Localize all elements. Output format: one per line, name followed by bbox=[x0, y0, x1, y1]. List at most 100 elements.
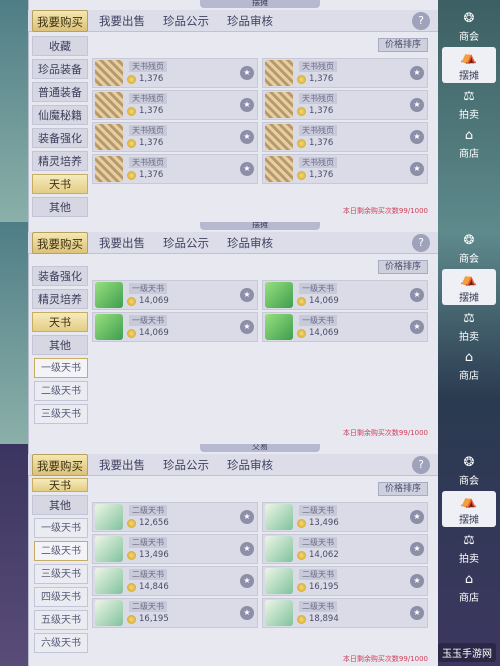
sidebar-item-level1[interactable]: 一级天书 bbox=[34, 358, 88, 378]
list-item[interactable]: 二级天书 13,496 ★ bbox=[262, 502, 428, 532]
sidebar-item-level3[interactable]: 三级天书 bbox=[34, 404, 88, 424]
star-icon[interactable]: ★ bbox=[240, 606, 254, 620]
tab-buy[interactable]: 我要购买 bbox=[32, 454, 88, 476]
sidebar-item-favorites[interactable]: 收藏 bbox=[32, 36, 88, 56]
coin-icon bbox=[297, 107, 306, 116]
price-sort-button[interactable]: 价格排序 bbox=[378, 260, 428, 274]
star-icon[interactable]: ★ bbox=[410, 510, 424, 524]
tab-sell[interactable]: 我要出售 bbox=[92, 232, 152, 254]
sidebar-item-tianshu[interactable]: 天书 bbox=[32, 312, 88, 332]
tab-buy[interactable]: 我要购买 bbox=[32, 232, 88, 254]
sidebar-item-spirit[interactable]: 精灵培养 bbox=[32, 151, 88, 171]
list-item[interactable]: 一级天书 14,069 ★ bbox=[92, 280, 258, 310]
star-icon[interactable]: ★ bbox=[240, 574, 254, 588]
star-icon[interactable]: ★ bbox=[410, 130, 424, 144]
nav-chamber[interactable]: ❂ 商会 bbox=[442, 230, 496, 266]
star-icon[interactable]: ★ bbox=[410, 542, 424, 556]
book-icon bbox=[265, 92, 293, 118]
sidebar-item-rare-equipment[interactable]: 珍品装备 bbox=[32, 59, 88, 79]
nav-stall[interactable]: ⛺ 摆摊 bbox=[442, 47, 496, 83]
nav-shop[interactable]: ⌂ 商店 bbox=[442, 569, 496, 605]
list-item[interactable]: 二级天书 13,496 ★ bbox=[92, 534, 258, 564]
tab-buy[interactable]: 我要购买 bbox=[32, 10, 88, 32]
star-icon[interactable]: ★ bbox=[410, 288, 424, 302]
sidebar-item-secret-books[interactable]: 仙魔秘籍 bbox=[32, 105, 88, 125]
help-icon[interactable]: ? bbox=[412, 234, 430, 252]
star-icon[interactable]: ★ bbox=[410, 162, 424, 176]
list-item[interactable]: 天书残页 1,376 ★ bbox=[262, 122, 428, 152]
sidebar-item-spirit[interactable]: 精灵培养 bbox=[32, 289, 88, 309]
chamber-icon: ❂ bbox=[463, 455, 475, 470]
star-icon[interactable]: ★ bbox=[240, 130, 254, 144]
list-item[interactable]: 天书残页 1,376 ★ bbox=[92, 154, 258, 184]
sidebar-item-enhance[interactable]: 装备强化 bbox=[32, 266, 88, 286]
sidebar-item-level5[interactable]: 五级天书 bbox=[34, 610, 88, 630]
tab-treasure-public[interactable]: 珍品公示 bbox=[156, 232, 216, 254]
sidebar-item-level6[interactable]: 六级天书 bbox=[34, 633, 88, 653]
coin-icon bbox=[297, 171, 306, 180]
nav-shop[interactable]: ⌂ 商店 bbox=[442, 347, 496, 383]
sidebar-item-tianshu[interactable]: 天书 bbox=[32, 174, 88, 194]
tab-treasure-review[interactable]: 珍品审核 bbox=[220, 454, 280, 476]
star-icon[interactable]: ★ bbox=[240, 66, 254, 80]
list-item[interactable]: 二级天书 16,195 ★ bbox=[262, 566, 428, 596]
list-item[interactable]: 二级天书 18,894 ★ bbox=[262, 598, 428, 628]
sidebar-item-normal-equipment[interactable]: 普通装备 bbox=[32, 82, 88, 102]
nav-auction[interactable]: ⚖ 拍卖 bbox=[442, 86, 496, 122]
star-icon[interactable]: ★ bbox=[240, 162, 254, 176]
star-icon[interactable]: ★ bbox=[240, 98, 254, 112]
list-item[interactable]: 二级天书 12,656 ★ bbox=[92, 502, 258, 532]
coin-icon bbox=[297, 329, 306, 338]
list-item[interactable]: 二级天书 16,195 ★ bbox=[92, 598, 258, 628]
tab-treasure-review[interactable]: 珍品审核 bbox=[220, 232, 280, 254]
nav-auction[interactable]: ⚖ 拍卖 bbox=[442, 530, 496, 566]
sidebar-item-other[interactable]: 其他 bbox=[32, 495, 88, 515]
nav-shop[interactable]: ⌂ 商店 bbox=[442, 125, 496, 161]
list-item[interactable]: 天书残页 1,376 ★ bbox=[262, 90, 428, 120]
nav-stall[interactable]: ⛺ 摆摊 bbox=[442, 269, 496, 305]
scroll-icon bbox=[95, 600, 123, 626]
price-sort-button[interactable]: 价格排序 bbox=[378, 482, 428, 496]
list-item[interactable]: 二级天书 14,846 ★ bbox=[92, 566, 258, 596]
sidebar-item-level1[interactable]: 一级天书 bbox=[34, 518, 88, 538]
star-icon[interactable]: ★ bbox=[240, 320, 254, 334]
star-icon[interactable]: ★ bbox=[410, 320, 424, 334]
help-icon[interactable]: ? bbox=[412, 12, 430, 30]
star-icon[interactable]: ★ bbox=[410, 574, 424, 588]
list-item[interactable]: 二级天书 14,062 ★ bbox=[262, 534, 428, 564]
star-icon[interactable]: ★ bbox=[410, 98, 424, 112]
nav-stall[interactable]: ⛺ 摆摊 bbox=[442, 491, 496, 527]
sidebar-item-level3[interactable]: 三级天书 bbox=[34, 564, 88, 584]
sidebar-item-level2[interactable]: 二级天书 bbox=[34, 381, 88, 401]
tab-treasure-public[interactable]: 珍品公示 bbox=[156, 10, 216, 32]
nav-chamber[interactable]: ❂ 商会 bbox=[442, 452, 496, 488]
nav-auction[interactable]: ⚖ 拍卖 bbox=[442, 308, 496, 344]
list-item[interactable]: 天书残页 1,376 ★ bbox=[92, 58, 258, 88]
tab-sell[interactable]: 我要出售 bbox=[92, 454, 152, 476]
sidebar-item-tianshu[interactable]: 天书 bbox=[32, 478, 88, 492]
tab-treasure-review[interactable]: 珍品审核 bbox=[220, 10, 280, 32]
list-item[interactable]: 一级天书 14,069 ★ bbox=[262, 280, 428, 310]
price-sort-button[interactable]: 价格排序 bbox=[378, 38, 428, 52]
list-item[interactable]: 一级天书 14,069 ★ bbox=[262, 312, 428, 342]
sidebar-item-other[interactable]: 其他 bbox=[32, 335, 88, 355]
sidebar-item-other[interactable]: 其他 bbox=[32, 197, 88, 217]
nav-chamber[interactable]: ❂ 商会 bbox=[442, 8, 496, 44]
star-icon[interactable]: ★ bbox=[240, 510, 254, 524]
star-icon[interactable]: ★ bbox=[410, 606, 424, 620]
list-item[interactable]: 天书残页 1,376 ★ bbox=[262, 58, 428, 88]
star-icon[interactable]: ★ bbox=[240, 288, 254, 302]
sidebar-item-level2[interactable]: 二级天书 bbox=[34, 541, 88, 561]
sidebar-item-level4[interactable]: 四级天书 bbox=[34, 587, 88, 607]
star-icon[interactable]: ★ bbox=[410, 66, 424, 80]
star-icon[interactable]: ★ bbox=[240, 542, 254, 556]
list-item[interactable]: 天书残页 1,376 ★ bbox=[92, 90, 258, 120]
list-item[interactable]: 一级天书 14,069 ★ bbox=[92, 312, 258, 342]
panel-title: 摆摊 bbox=[200, 0, 320, 8]
tab-treasure-public[interactable]: 珍品公示 bbox=[156, 454, 216, 476]
list-item[interactable]: 天书残页 1,376 ★ bbox=[262, 154, 428, 184]
tab-sell[interactable]: 我要出售 bbox=[92, 10, 152, 32]
list-item[interactable]: 天书残页 1,376 ★ bbox=[92, 122, 258, 152]
help-icon[interactable]: ? bbox=[412, 456, 430, 474]
sidebar-item-enhance[interactable]: 装备强化 bbox=[32, 128, 88, 148]
